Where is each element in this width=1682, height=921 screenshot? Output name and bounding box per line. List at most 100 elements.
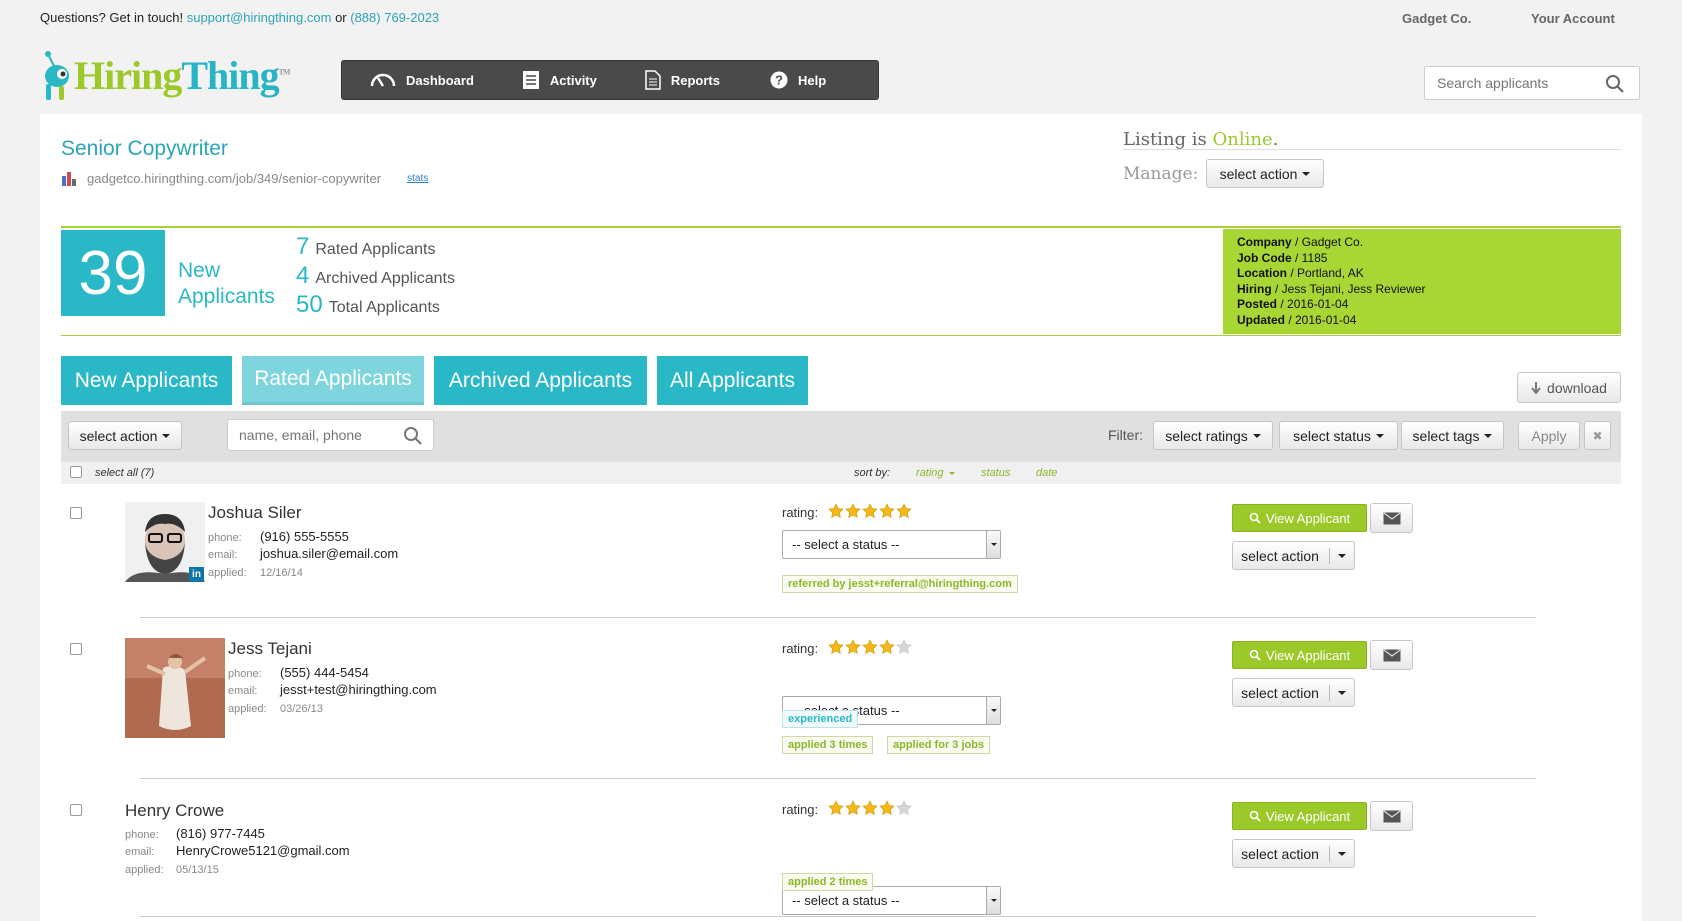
- star-filled-icon[interactable]: [845, 639, 861, 655]
- sort-status[interactable]: status: [981, 467, 1010, 479]
- star-filled-icon[interactable]: [862, 800, 878, 816]
- star-filled-icon[interactable]: [896, 503, 912, 519]
- nav-activity[interactable]: Activity: [522, 61, 597, 99]
- star-empty-icon[interactable]: [896, 639, 912, 655]
- applicant-checkbox[interactable]: [70, 643, 82, 655]
- applicant-phone: phone: (916) 555-5555: [208, 529, 349, 544]
- tab-archived-applicants[interactable]: Archived Applicants: [434, 356, 647, 405]
- row-divider: [140, 916, 1536, 917]
- help-icon: ?: [770, 71, 788, 89]
- listing-online: Online: [1212, 129, 1273, 150]
- applied-times-tag[interactable]: applied 2 times: [782, 873, 874, 891]
- star-rating[interactable]: [828, 639, 913, 655]
- nav-dashboard[interactable]: Dashboard: [370, 61, 474, 99]
- view-applicant-button[interactable]: View Applicant: [1232, 641, 1367, 669]
- nav-reports[interactable]: Reports: [645, 61, 720, 99]
- star-rating[interactable]: [828, 800, 913, 816]
- nav-activity-label: Activity: [549, 72, 597, 88]
- star-filled-icon[interactable]: [879, 639, 895, 655]
- support-email-link[interactable]: support@hiringthing.com: [187, 10, 332, 25]
- apply-filter-button[interactable]: Apply: [1518, 421, 1580, 450]
- job-title: Senior Copywriter: [61, 137, 228, 160]
- company-menu[interactable]: Gadget Co.: [1402, 11, 1471, 26]
- applicant-phone: phone: (555) 444-5454: [228, 665, 369, 680]
- applicant-name[interactable]: Jess Tejani: [228, 639, 312, 659]
- select-arrow-icon: [986, 697, 1000, 724]
- view-applicant-button[interactable]: View Applicant: [1232, 802, 1367, 830]
- star-filled-icon[interactable]: [828, 639, 844, 655]
- filter-status[interactable]: select status: [1279, 421, 1398, 450]
- row-divider: [140, 617, 1536, 618]
- applicant-select-action[interactable]: select action: [1232, 541, 1355, 570]
- download-button[interactable]: download: [1517, 372, 1621, 403]
- view-applicant-button[interactable]: View Applicant: [1232, 504, 1367, 532]
- nav-help-label: Help: [798, 72, 827, 88]
- search-icon[interactable]: [403, 426, 423, 446]
- referral-tag[interactable]: referred by jesst+referral@hiringthing.c…: [782, 575, 1018, 593]
- search-input[interactable]: [1425, 67, 1595, 99]
- applied-jobs-tag[interactable]: applied for 3 jobs: [887, 736, 991, 754]
- filter-tags[interactable]: select tags: [1401, 421, 1504, 450]
- nav-help[interactable]: ? Help: [770, 61, 826, 99]
- star-empty-icon[interactable]: [896, 800, 912, 816]
- tab-new-applicants[interactable]: New Applicants: [61, 356, 232, 405]
- caret-down-icon: [1252, 433, 1261, 438]
- support-phone-link[interactable]: (888) 769-2023: [350, 10, 439, 25]
- status-select[interactable]: -- select a status --: [782, 530, 1001, 559]
- search-icon[interactable]: [1605, 74, 1625, 99]
- total-stat[interactable]: 50 Total Applicants: [296, 291, 440, 319]
- select-all-label: select all (7): [95, 467, 155, 479]
- star-filled-icon[interactable]: [845, 800, 861, 816]
- bulk-select-action[interactable]: select action: [68, 421, 182, 450]
- star-filled-icon[interactable]: [862, 503, 878, 519]
- job-url[interactable]: gadgetco.hiringthing.com/job/349/senior-…: [87, 171, 381, 186]
- stats-link[interactable]: stats: [407, 173, 428, 184]
- tab-rated-applicants[interactable]: Rated Applicants: [242, 356, 424, 405]
- archived-stat[interactable]: 4 Archived Applicants: [296, 262, 455, 290]
- email-button[interactable]: [1370, 640, 1413, 670]
- filter-ratings[interactable]: select ratings: [1153, 421, 1273, 450]
- new-applicants-count[interactable]: 39: [61, 230, 165, 316]
- nav-dashboard-label: Dashboard: [406, 72, 474, 88]
- applicant-email: email: joshua.siler@email.com: [208, 546, 399, 561]
- star-filled-icon[interactable]: [845, 503, 861, 519]
- clear-filter-button[interactable]: ✖: [1584, 421, 1611, 450]
- star-filled-icon[interactable]: [879, 503, 895, 519]
- applicant-name[interactable]: Joshua Siler: [208, 503, 302, 523]
- sort-rating[interactable]: rating: [916, 467, 955, 479]
- select-all-checkbox[interactable]: [70, 466, 82, 478]
- applicant-checkbox[interactable]: [70, 507, 82, 519]
- tab-all-applicants[interactable]: All Applicants: [657, 356, 808, 405]
- experienced-tag[interactable]: experienced: [782, 710, 859, 728]
- list-icon: [522, 70, 540, 90]
- email-button[interactable]: [1370, 801, 1413, 831]
- hiringthing-logo[interactable]: HiringThingTM: [42, 50, 291, 102]
- manage-select-action[interactable]: select action: [1206, 159, 1324, 188]
- name-search-input[interactable]: [228, 420, 398, 450]
- divider: [61, 335, 1621, 336]
- sort-date[interactable]: date: [1036, 467, 1057, 479]
- applicant-search: [1424, 66, 1640, 100]
- contact-text: Questions? Get in touch!: [40, 10, 184, 25]
- applicant-checkbox[interactable]: [70, 804, 82, 816]
- email-button[interactable]: [1370, 503, 1413, 533]
- divider: [1123, 149, 1621, 150]
- applicant-select-action[interactable]: select action: [1232, 839, 1355, 868]
- applicant-email: email: jesst+test@hiringthing.com: [228, 682, 437, 697]
- applicant-select-action[interactable]: select action: [1232, 678, 1355, 707]
- filter-label: Filter:: [1108, 427, 1143, 443]
- applicant-name[interactable]: Henry Crowe: [125, 801, 224, 821]
- applicant-photo[interactable]: [125, 638, 225, 738]
- star-rating[interactable]: [828, 503, 913, 519]
- envelope-icon: [1383, 512, 1400, 524]
- applied-times-tag[interactable]: applied 3 times: [782, 736, 874, 754]
- rated-stat[interactable]: 7 Rated Applicants: [296, 233, 435, 261]
- star-filled-icon[interactable]: [828, 503, 844, 519]
- account-menu[interactable]: Your Account: [1531, 11, 1615, 26]
- linkedin-icon[interactable]: in: [189, 567, 204, 582]
- star-filled-icon[interactable]: [879, 800, 895, 816]
- star-filled-icon[interactable]: [828, 800, 844, 816]
- new-applicants-label[interactable]: New Applicants: [178, 258, 275, 310]
- star-filled-icon[interactable]: [862, 639, 878, 655]
- logo-wordmark: HiringThingTM: [74, 53, 291, 98]
